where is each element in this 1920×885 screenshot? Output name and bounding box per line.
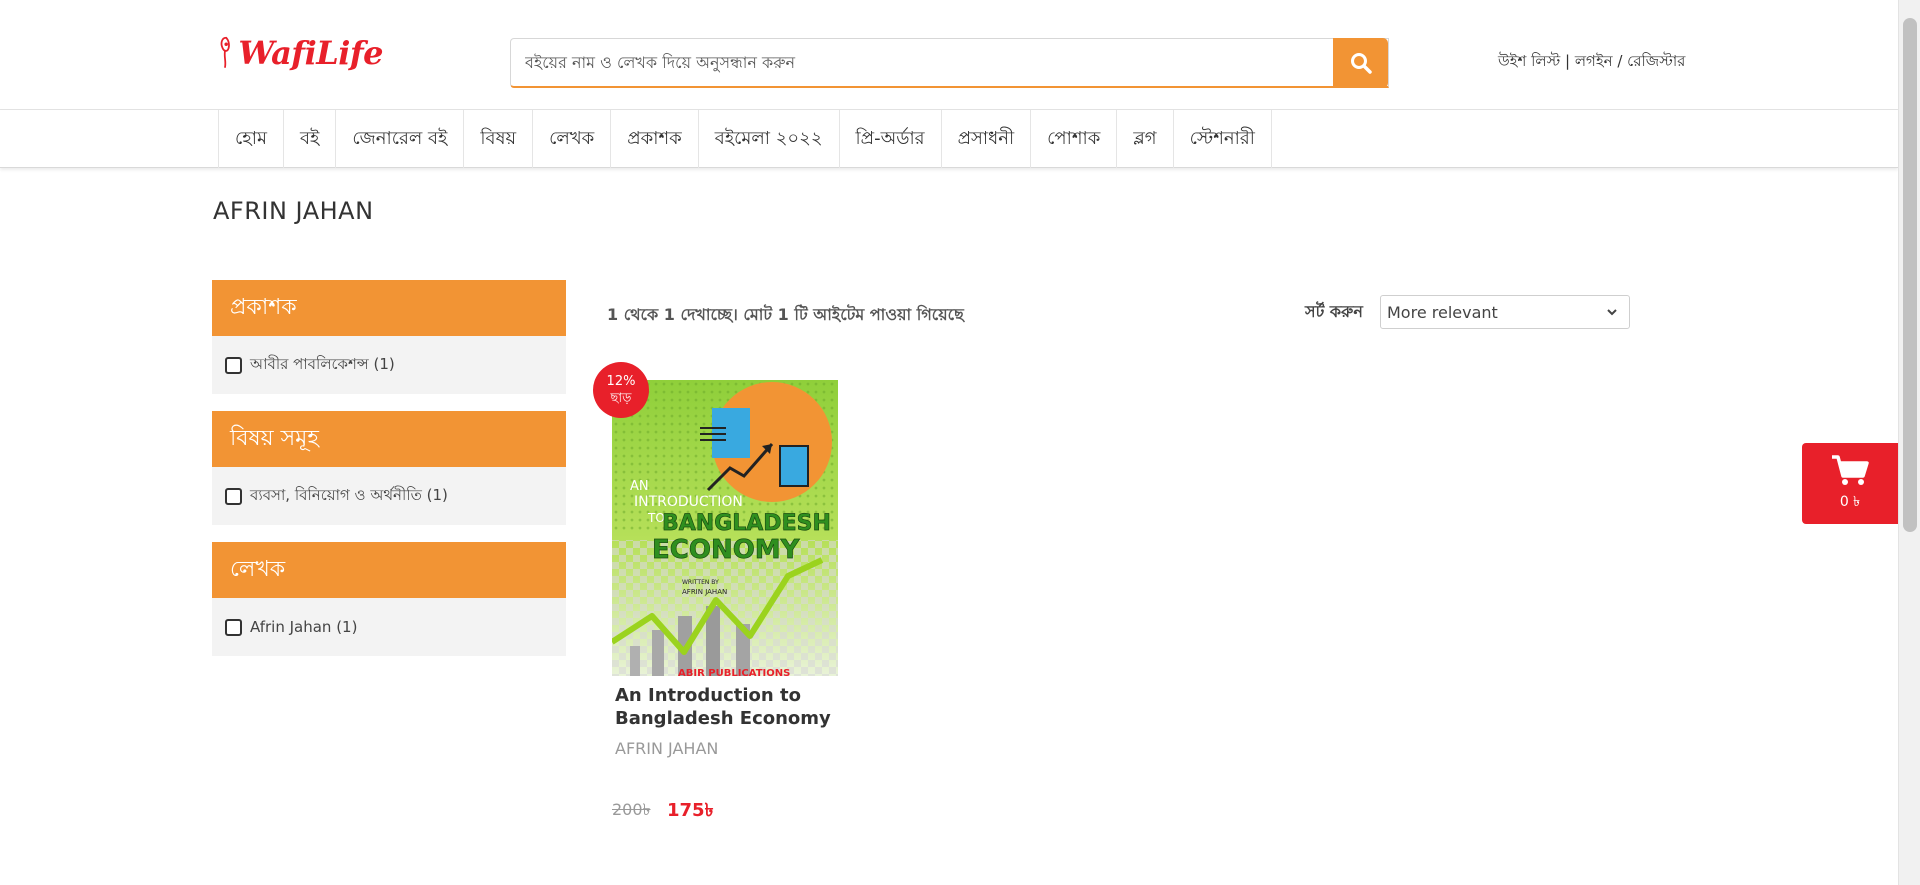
cover-text-economy: ECONOMY	[652, 535, 801, 565]
nav-item-books[interactable]: বই	[284, 110, 337, 168]
sort-select[interactable]: More relevant	[1380, 295, 1630, 329]
nav-item-pre-order[interactable]: প্রি-অর্ডার	[840, 110, 942, 168]
sort-selected-value: More relevant	[1387, 302, 1498, 322]
nav-item-subjects[interactable]: বিষয়	[464, 110, 534, 168]
nav-item-home[interactable]: হোম	[219, 110, 284, 168]
link-separator: /	[1612, 52, 1628, 70]
scrollbar-thumb[interactable]	[1903, 18, 1917, 532]
subject-checkbox[interactable]	[225, 487, 242, 505]
account-links: উইশ লিস্ট | লগইন / রেজিস্টার	[1498, 50, 1685, 75]
filter-publisher-title: প্রকাশক	[212, 280, 566, 336]
page-scrollbar[interactable]	[1898, 0, 1920, 885]
cover-text-introduction: INTRODUCTION	[634, 494, 743, 510]
nav-item-blog[interactable]: ব্লগ	[1117, 110, 1174, 168]
logo-text: WafiLife	[238, 34, 383, 72]
product-price: 175৳	[667, 800, 714, 821]
product-author[interactable]: AFRIN JAHAN	[615, 739, 718, 758]
product-title[interactable]: An Introduction to Bangladesh Economy	[615, 684, 855, 730]
register-link[interactable]: রেজিস্টার	[1627, 52, 1685, 70]
cover-publisher: ABIR PUBLICATIONS	[678, 668, 790, 676]
page-title: AFRIN JAHAN	[213, 197, 374, 225]
filter-subject: বিষয় সমূহ ব্যবসা, বিনিয়োগ ও অর্থনীতি (…	[212, 411, 566, 525]
sort-label: সর্ট করুন	[1305, 302, 1363, 321]
search-button[interactable]	[1333, 38, 1388, 88]
nav-item-cosmetics[interactable]: প্রসাধনী	[942, 110, 1032, 168]
nav-item-stationery[interactable]: স্টেশনারী	[1174, 110, 1272, 168]
link-separator: |	[1560, 52, 1575, 70]
cover-text-bangladesh: BANGLADESH	[662, 511, 831, 536]
nav-item-clothing[interactable]: পোশাক	[1031, 110, 1118, 168]
logo-mark-icon	[220, 36, 230, 68]
filter-author-option[interactable]: Afrin Jahan (1)	[212, 598, 566, 656]
author-option-label: Afrin Jahan (1)	[250, 618, 358, 636]
search-box	[510, 38, 1389, 88]
discount-label: ছাড়	[610, 391, 632, 406]
search-icon	[1350, 53, 1372, 74]
logo[interactable]: WafiLife	[218, 20, 383, 86]
nav-list: হোম বই জেনারেল বই বিষয় লেখক প্রকাশক বইম…	[218, 110, 1272, 168]
floating-cart-button[interactable]: 0 ৳	[1802, 443, 1898, 524]
author-checkbox[interactable]	[225, 618, 242, 636]
publisher-checkbox[interactable]	[225, 356, 242, 374]
publisher-option-label: আবীর পাবলিকেশন্স (1)	[250, 354, 395, 373]
product-cover-image[interactable]: AN INTRODUCTION TO BANGLADESH ECONOMY WR…	[612, 380, 838, 676]
filter-publisher: প্রকাশক আবীর পাবলিকেশন্স (1)	[212, 280, 566, 394]
shopping-cart-icon	[1832, 454, 1869, 485]
cart-total: 0 ৳	[1839, 493, 1861, 510]
wishlist-link[interactable]: উইশ লিস্ট	[1498, 52, 1560, 70]
search-input[interactable]	[511, 39, 1388, 86]
nav-item-book-fair[interactable]: বইমেলা ২০২২	[699, 110, 840, 168]
main-nav: হোম বই জেনারেল বই বিষয় লেখক প্রকাশক বইম…	[0, 110, 1898, 168]
subject-option-label: ব্যবসা, বিনিয়োগ ও অর্থনীতি (1)	[250, 485, 448, 504]
cover-written-by: WRITTEN BY	[682, 579, 719, 586]
nav-item-authors[interactable]: লেখক	[533, 110, 612, 168]
site-header: WafiLife উইশ লিস্ট | লগইন / রেজিস্টার	[0, 0, 1898, 110]
cover-text-an: AN	[630, 479, 649, 494]
login-link[interactable]: লগইন	[1575, 52, 1613, 70]
filter-publisher-option[interactable]: আবীর পাবলিকেশন্স (1)	[212, 336, 566, 394]
cover-author: AFRIN JAHAN	[682, 588, 727, 596]
discount-percent: 12%	[606, 374, 636, 389]
filter-subject-title: বিষয় সমূহ	[212, 411, 566, 467]
filter-subject-option[interactable]: ব্যবসা, বিনিয়োগ ও অর্থনীতি (1)	[212, 467, 566, 525]
nav-item-general-books[interactable]: জেনারেল বই	[336, 110, 465, 168]
nav-item-publishers[interactable]: প্রকাশক	[611, 110, 699, 168]
filter-author-title: লেখক	[212, 542, 566, 598]
book-cover-art: AN INTRODUCTION TO BANGLADESH ECONOMY WR…	[612, 380, 838, 676]
discount-badge: 12% ছাড়	[593, 362, 649, 418]
filter-author: লেখক Afrin Jahan (1)	[212, 542, 566, 656]
result-count: 1 থেকে 1 দেখাচ্ছে। মোট 1 টি আইটেম পাওয়া…	[607, 305, 964, 324]
chevron-down-icon	[1607, 309, 1617, 316]
product-old-price: 200৳	[612, 800, 651, 819]
